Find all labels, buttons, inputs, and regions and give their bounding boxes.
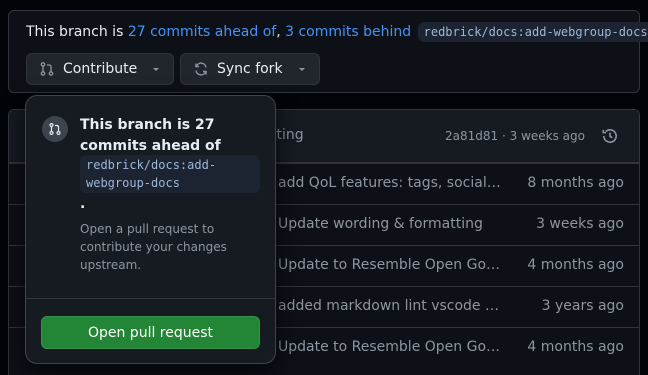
- sync-fork-button[interactable]: Sync fork: [180, 53, 320, 85]
- sync-fork-label: Sync fork: [217, 61, 283, 77]
- contribute-label: Contribute: [63, 61, 138, 77]
- commit-time: 4 months ago: [527, 339, 624, 355]
- popover-description: Open a pull request to contribute your c…: [80, 222, 227, 272]
- history-icon[interactable]: [601, 127, 619, 145]
- commit-time: 8 months ago: [527, 175, 624, 191]
- chevron-down-icon: [298, 68, 305, 71]
- banner-prefix: This branch is: [26, 24, 124, 40]
- branch-status-banner: This branch is 27 commits ahead of, 3 co…: [8, 10, 648, 93]
- banner-comma: ,: [276, 24, 281, 40]
- popover-title-period: .: [80, 196, 86, 212]
- commit-message[interactable]: add QoL features: tags, social e...: [278, 175, 503, 191]
- commit-message[interactable]: added markdown lint vscode ext...: [278, 298, 503, 314]
- popover-title: This branch is 27 commits ahead of: [80, 117, 221, 154]
- commits-ahead-link[interactable]: 27 commits ahead of: [128, 24, 276, 40]
- open-pull-request-button[interactable]: Open pull request: [41, 316, 260, 349]
- contribute-button[interactable]: Contribute: [26, 53, 175, 85]
- latest-commit-meta[interactable]: 2a81d81 · 3 weeks ago: [445, 129, 585, 143]
- popover-divider: [26, 298, 275, 299]
- pull-request-icon: [42, 116, 68, 142]
- commit-message[interactable]: Update wording & formatting: [278, 216, 503, 232]
- commit-time: 4 months ago: [527, 257, 624, 273]
- commit-time: 3 weeks ago: [536, 216, 624, 232]
- contribute-popover: This branch is 27 commits ahead of redbr…: [25, 95, 276, 364]
- upstream-branch-tag[interactable]: redbrick/docs:add-webgroup-docs: [417, 22, 648, 42]
- sync-icon: [195, 62, 207, 76]
- chevron-down-icon: [153, 68, 160, 71]
- commit-message[interactable]: Update to Resemble Open Gove...: [278, 339, 503, 355]
- commits-behind-link[interactable]: 3 commits behind: [285, 24, 411, 40]
- commit-message[interactable]: Update to Resemble Open Gove...: [278, 257, 503, 273]
- popover-branch-tag: redbrick/docs:add-webgroup-docs: [80, 155, 260, 193]
- commit-time: 3 years ago: [541, 298, 624, 314]
- branch-status-text: This branch is 27 commits ahead of, 3 co…: [26, 22, 648, 42]
- pull-request-icon: [40, 62, 54, 76]
